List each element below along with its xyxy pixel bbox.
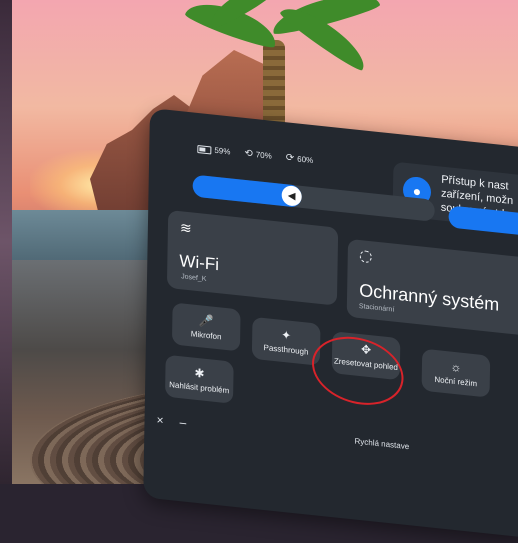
microphone-button[interactable]: 🎤 Mikrofon — [171, 302, 241, 352]
quick-settings-panel: 59% ⟲ 70% ⟳ 60% ● Přístup k nast zařízen… — [143, 108, 518, 539]
close-icon[interactable]: × — [156, 413, 163, 428]
battery-percent: 59% — [214, 145, 231, 157]
passthrough-icon: ✦ — [281, 327, 292, 343]
guardian-mode: Stacionární — [358, 302, 395, 314]
panel-footer: × – Rychlá nastave — [144, 407, 518, 471]
right-controller-status: ⟳ 60% — [286, 152, 314, 166]
battery-status: 59% — [197, 144, 230, 156]
night-mode-button[interactable]: ☼ Noční režim — [421, 348, 491, 398]
left-frame — [0, 0, 12, 484]
left-controller-percent: 70% — [255, 150, 272, 161]
controller-icon: ⟳ — [285, 152, 295, 165]
boundary-icon — [359, 250, 372, 264]
guardian-tile[interactable]: Ochranný systém Stacionární — [346, 238, 518, 336]
bug-icon: ✱ — [194, 365, 205, 381]
right-controller-percent: 60% — [297, 154, 314, 166]
sun-icon: ☼ — [450, 359, 462, 375]
wifi-label: Wi-Fi — [179, 251, 220, 275]
wifi-network-name: Josef_K — [181, 273, 207, 283]
status-bar: 59% ⟲ 70% ⟳ 60% — [197, 143, 313, 166]
controller-icon: ⟲ — [244, 147, 253, 160]
battery-icon — [197, 144, 212, 154]
wifi-tile[interactable]: ≋ Wi-Fi Josef_K — [166, 209, 339, 306]
wifi-icon: ≋ — [179, 219, 192, 237]
mic-icon: 🎤 — [198, 313, 214, 329]
minimize-icon[interactable]: – — [179, 415, 186, 430]
footer-title: Rychlá nastave — [354, 436, 410, 451]
left-controller-status: ⟲ 70% — [244, 148, 272, 162]
passthrough-button[interactable]: ✦ Passthrough — [251, 316, 321, 366]
report-problem-button[interactable]: ✱ Nahlásit problém — [164, 354, 234, 404]
